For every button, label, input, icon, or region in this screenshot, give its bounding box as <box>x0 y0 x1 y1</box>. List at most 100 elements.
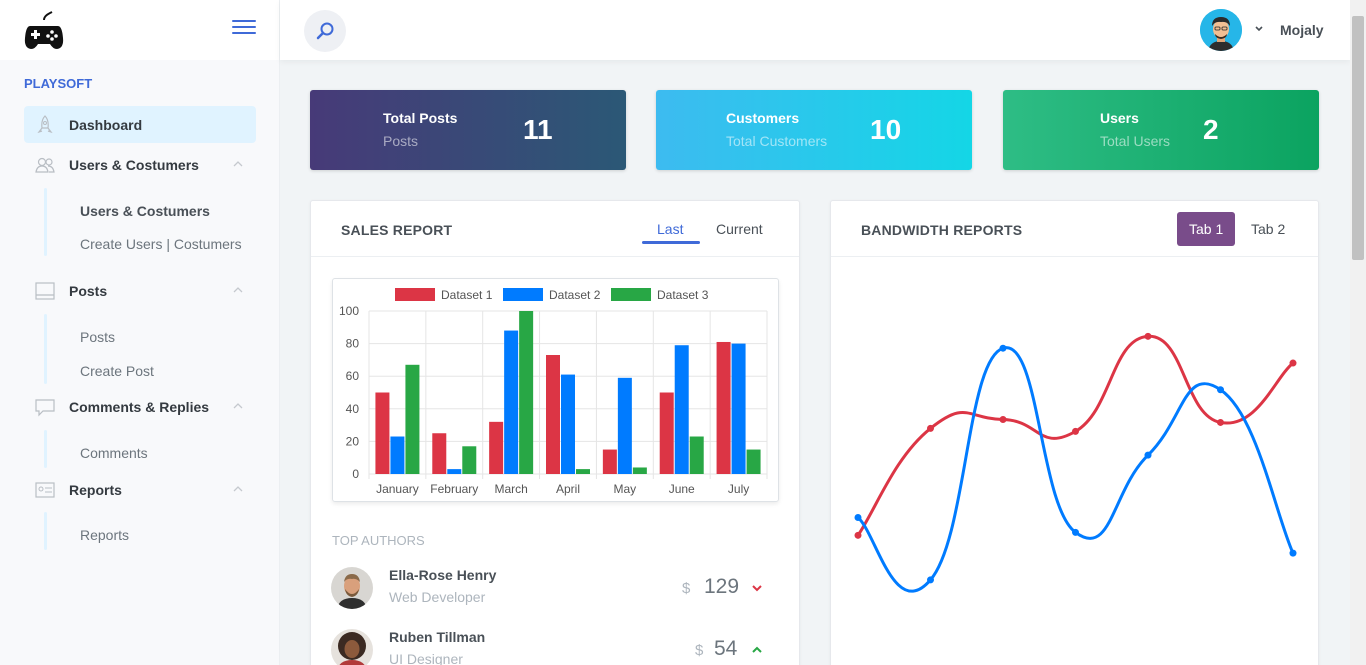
x-tick-label: January <box>376 482 419 496</box>
chevron-up-icon[interactable] <box>232 483 244 495</box>
stat-card-users: Users Total Users 2 <box>1003 90 1319 170</box>
tab-1-button[interactable]: Tab 1 <box>1177 212 1236 246</box>
search-button[interactable] <box>304 10 346 52</box>
tab-2-button[interactable]: Tab 2 <box>1239 212 1297 246</box>
bar <box>659 392 674 474</box>
legend-label: Dataset 3 <box>657 288 709 302</box>
submenu-item-create-post[interactable]: Create Post <box>80 363 154 379</box>
x-tick-label: April <box>556 482 580 496</box>
series-line <box>856 346 1295 593</box>
sidebar-item-reports[interactable]: Reports <box>24 471 256 508</box>
sales-report-card: SALES REPORT Last Current 0 20 40 60 80 100 Ja… <box>310 200 800 665</box>
author-photo <box>331 629 373 665</box>
x-tick-label: March <box>494 482 527 496</box>
tab-last[interactable]: Last <box>657 221 683 237</box>
y-tick-label: 80 <box>346 337 360 351</box>
data-point <box>999 344 1007 352</box>
comment-icon <box>35 399 55 417</box>
card-title: BANDWIDTH REPORTS <box>861 222 1023 238</box>
submenu-item-create-users[interactable]: Create Users | Costumers <box>80 236 242 252</box>
series-line <box>856 334 1294 537</box>
chevron-down-icon[interactable] <box>1254 24 1264 34</box>
sidebar-item-dashboard[interactable]: Dashboard <box>24 106 256 143</box>
sidebar-item-label: Dashboard <box>69 116 143 133</box>
legend-swatch <box>611 288 651 301</box>
hamburger-line <box>232 20 256 22</box>
data-point <box>1289 549 1297 557</box>
submenu-line <box>44 314 47 384</box>
bar <box>546 355 560 474</box>
id-card-icon <box>35 482 55 498</box>
sidebar-item-label: Reports <box>69 481 122 498</box>
sidebar-item-comments[interactable]: Comments & Replies <box>24 388 256 425</box>
bar <box>602 449 617 474</box>
author-role: Web Developer <box>389 589 486 605</box>
data-point <box>1072 427 1079 435</box>
sidebar: PLAYSOFT Dashboard Users & Costumers Use… <box>0 0 280 665</box>
chevron-up-icon[interactable] <box>232 158 244 170</box>
bandwidth-line-chart <box>854 332 1297 593</box>
trend-down-icon <box>752 585 762 592</box>
active-tab-indicator <box>642 241 700 244</box>
bar <box>731 343 746 474</box>
data-point <box>1144 451 1152 459</box>
gamepad-logo-icon[interactable] <box>22 8 66 52</box>
stat-subtitle: Posts <box>383 133 419 149</box>
submenu-item-comments[interactable]: Comments <box>80 445 148 461</box>
data-point <box>1289 359 1297 367</box>
currency-symbol: $ <box>695 642 704 659</box>
topbar: Mojaly <box>280 0 1350 60</box>
top-authors-heading: TOP AUTHORS <box>332 533 425 548</box>
x-tick-label: June <box>669 482 695 496</box>
sidebar-item-label: Comments & Replies <box>69 398 210 415</box>
bar <box>432 433 447 474</box>
card-title: SALES REPORT <box>341 222 453 238</box>
card-header: BANDWIDTH REPORTS Tab 1 Tab 2 <box>831 201 1318 257</box>
author-role: UI Designer <box>389 651 463 665</box>
page-scrollbar[interactable] <box>1350 0 1366 665</box>
y-tick-label: 60 <box>346 369 360 383</box>
bar <box>504 330 519 474</box>
hamburger-menu-button[interactable] <box>232 20 256 36</box>
submenu-item-posts[interactable]: Posts <box>80 329 115 345</box>
author-row: Ruben Tillman UI Designer $ 54 <box>331 629 771 665</box>
avatar-image <box>1200 9 1242 51</box>
author-value: 54 <box>714 637 738 660</box>
data-point <box>999 415 1007 423</box>
chevron-up-icon[interactable] <box>232 284 244 296</box>
bar <box>375 392 390 474</box>
scrollbar-thumb[interactable] <box>1352 16 1364 260</box>
legend-swatch <box>395 288 435 301</box>
bar <box>617 377 632 474</box>
stat-title: Customers <box>726 110 800 126</box>
chevron-up-icon[interactable] <box>232 400 244 412</box>
sidebar-item-users[interactable]: Users & Costumers <box>24 146 256 183</box>
x-tick-label: May <box>614 482 637 496</box>
author-photo <box>331 567 373 609</box>
x-tick-label: February <box>430 482 478 496</box>
bar <box>716 341 731 474</box>
submenu-line <box>44 430 47 468</box>
tab-current[interactable]: Current <box>716 221 763 237</box>
sidebar-item-posts[interactable]: Posts <box>24 272 256 309</box>
sidebar-item-label: Users & Costumers <box>69 156 199 173</box>
submenu-item-reports[interactable]: Reports <box>80 527 129 543</box>
x-tick-label: July <box>728 482 749 496</box>
submenu-line <box>44 188 47 256</box>
data-point <box>927 576 934 584</box>
submenu-item-users-costumers[interactable]: Users & Costumers <box>80 203 210 219</box>
data-point <box>1217 418 1224 426</box>
logo-bar <box>0 0 279 60</box>
user-avatar[interactable] <box>1200 9 1242 51</box>
data-point <box>927 424 934 432</box>
stat-value: 11 <box>523 114 553 145</box>
sales-bar-chart: 0 20 40 60 80 100 January February March April May… <box>339 288 768 496</box>
author-name: Ruben Tillman <box>389 629 486 645</box>
stat-subtitle: Total Customers <box>726 133 828 149</box>
user-name[interactable]: Mojaly <box>1280 22 1324 38</box>
data-point <box>1072 528 1079 536</box>
author-avatar <box>331 567 373 609</box>
bar <box>689 436 704 474</box>
bar <box>447 469 462 474</box>
users-icon <box>35 157 55 173</box>
